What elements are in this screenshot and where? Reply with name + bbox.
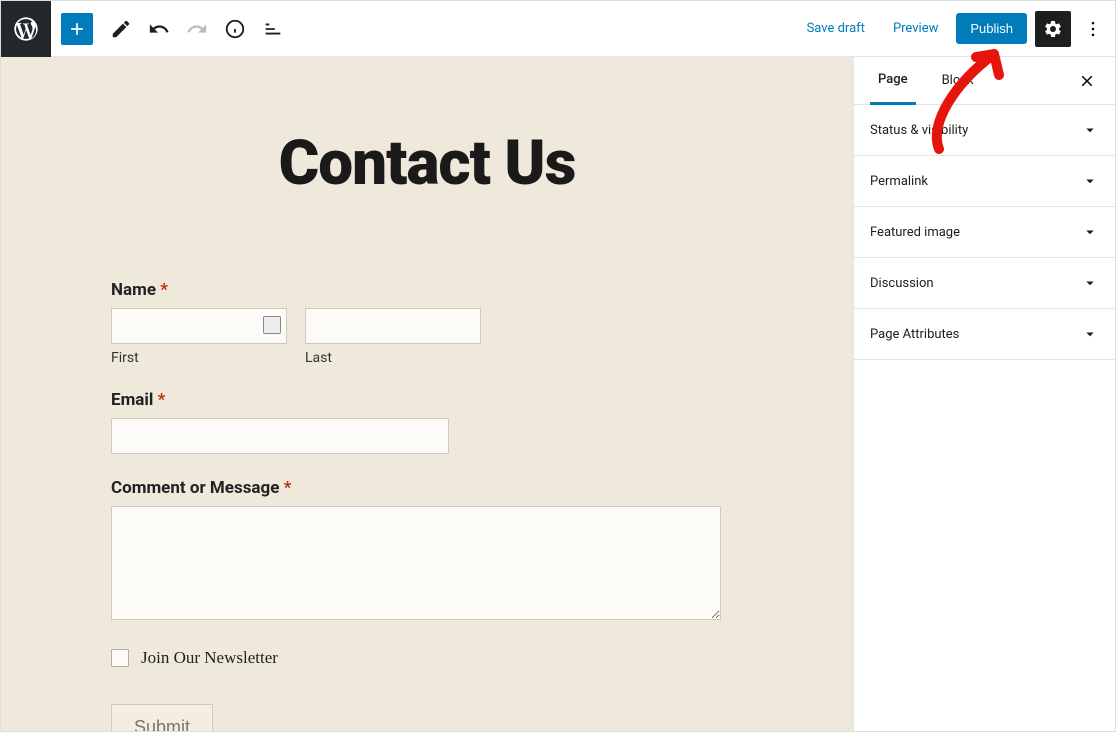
chevron-down-icon [1081,121,1099,139]
redo-button[interactable] [179,11,215,47]
wordpress-icon [12,15,40,43]
pencil-icon [110,18,132,40]
comment-field: Comment or Message * [111,478,731,624]
contact-card-icon [263,316,281,334]
newsletter-row: Join Our Newsletter [111,648,731,668]
contact-form: Name * First Last [111,280,731,731]
newsletter-label: Join Our Newsletter [141,648,278,668]
add-block-button[interactable] [61,13,93,45]
undo-button[interactable] [141,11,177,47]
chevron-down-icon [1081,325,1099,343]
panel-permalink[interactable]: Permalink [854,156,1115,207]
tab-block[interactable]: Block [934,57,982,105]
comment-label: Comment or Message * [111,478,731,498]
first-sublabel: First [111,350,287,366]
last-name-input[interactable] [305,308,481,344]
canvas-wrap: Contact Us Name * First [1,57,853,731]
submit-button[interactable]: Submit [111,704,213,731]
dots-vertical-icon [1083,19,1103,39]
chevron-down-icon [1081,223,1099,241]
panel-label: Featured image [870,225,960,240]
chevron-down-icon [1081,274,1099,292]
last-sublabel: Last [305,350,481,366]
panel-status-visibility[interactable]: Status & visibility [854,105,1115,156]
plus-icon [67,19,87,39]
page-title[interactable]: Contact Us [41,127,813,200]
required-mark: * [158,390,166,410]
panel-page-attributes[interactable]: Page Attributes [854,309,1115,360]
email-input[interactable] [111,418,449,454]
email-label: Email * [111,390,731,410]
wordpress-logo[interactable] [1,1,51,57]
comment-textarea[interactable] [111,506,721,620]
canvas-scroll[interactable]: Contact Us Name * First [1,57,853,731]
panel-discussion[interactable]: Discussion [854,258,1115,309]
info-button[interactable] [217,11,253,47]
tab-page[interactable]: Page [870,57,916,105]
close-icon [1078,72,1096,90]
editor-toolbar: Save draft Preview Publish [1,1,1115,57]
panel-label: Status & visibility [870,123,968,138]
settings-button[interactable] [1035,11,1071,47]
panel-label: Discussion [870,276,934,291]
outline-button[interactable] [255,11,291,47]
panel-featured-image[interactable]: Featured image [854,207,1115,258]
name-field: Name * First Last [111,280,731,366]
preview-button[interactable]: Preview [883,15,948,42]
editor-layout: Contact Us Name * First [1,57,1115,731]
undo-icon [148,18,170,40]
name-label: Name * [111,280,731,300]
publish-button[interactable]: Publish [956,13,1027,44]
toolbar-right: Save draft Preview Publish [797,11,1107,47]
chevron-down-icon [1081,172,1099,190]
list-icon [262,18,284,40]
sidebar-tabs: Page Block [854,57,1115,105]
gear-icon [1043,19,1063,39]
panel-label: Page Attributes [870,327,959,342]
page-canvas: Contact Us Name * First [1,57,853,731]
required-mark: * [160,280,168,300]
toolbar-left [9,9,291,49]
first-name-input[interactable] [111,308,287,344]
email-field: Email * [111,390,731,454]
close-sidebar-button[interactable] [1075,69,1099,93]
edit-tool-button[interactable] [103,11,139,47]
settings-sidebar: Page Block Status & visibility Permalink… [853,57,1115,731]
required-mark: * [284,478,292,498]
newsletter-checkbox[interactable] [111,649,129,667]
more-menu-button[interactable] [1079,11,1107,47]
save-draft-button[interactable]: Save draft [797,15,875,42]
redo-icon [186,18,208,40]
name-row: First Last [111,308,731,366]
info-icon [224,18,246,40]
panel-label: Permalink [870,174,928,189]
